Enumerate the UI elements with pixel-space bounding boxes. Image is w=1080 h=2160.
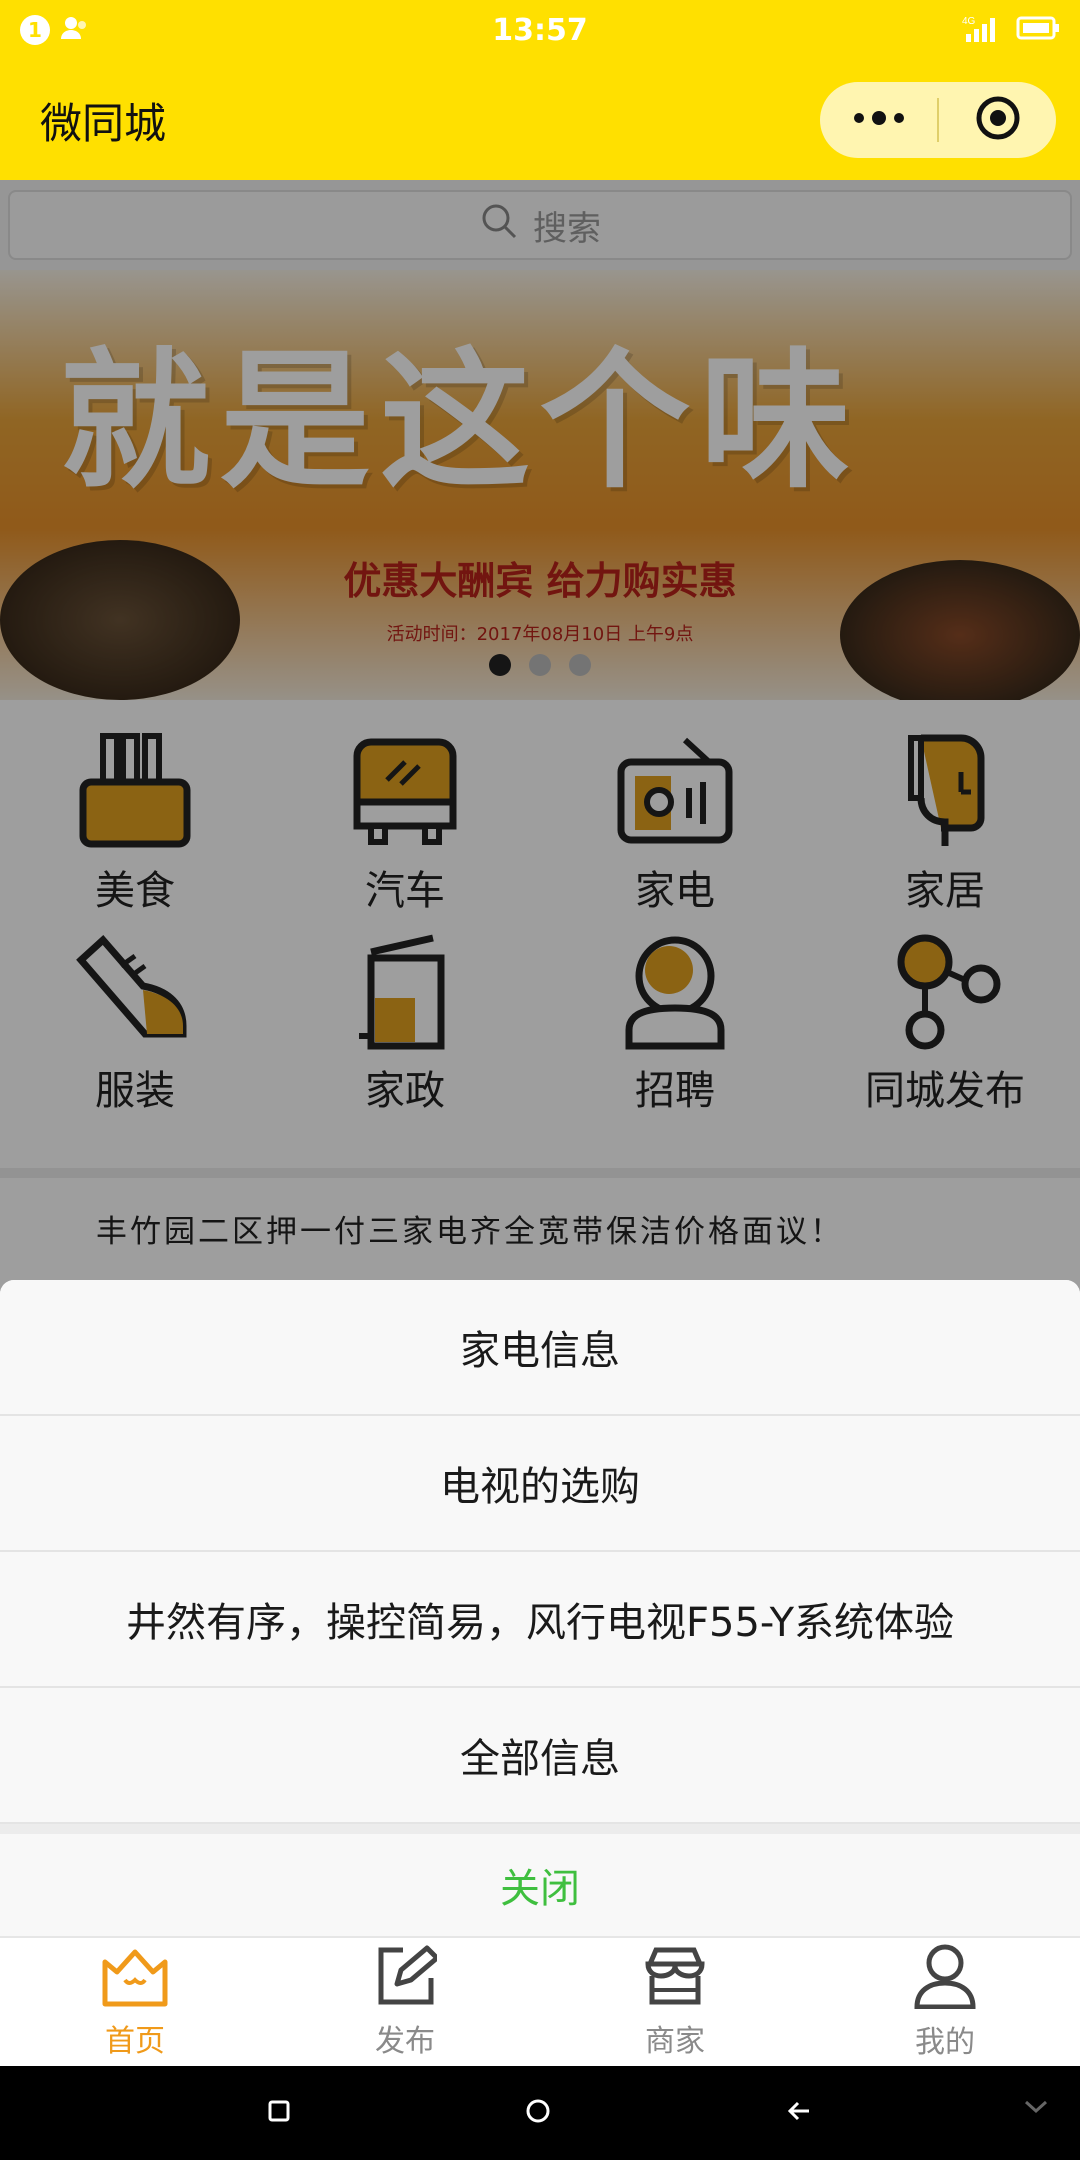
nav-bar: 微同城: [0, 60, 1080, 180]
status-left: 1: [20, 15, 320, 45]
store-icon: [642, 1944, 708, 2012]
svg-text:4G: 4G: [962, 16, 976, 27]
system-nav-bar: [0, 2066, 1080, 2160]
tab-home[interactable]: 首页: [0, 1938, 270, 2066]
recents-button[interactable]: [267, 2099, 291, 2127]
battery-icon: [1016, 15, 1060, 45]
tab-label: 商家: [645, 2024, 705, 2059]
tab-bar: 首页 发布 商家 我的: [0, 1936, 1080, 2066]
user-icon: [913, 1943, 977, 2013]
notification-badge: 1: [20, 15, 50, 45]
close-mini-program-button[interactable]: [939, 82, 1056, 158]
action-sheet-gap: [0, 1824, 1080, 1834]
home-button[interactable]: [524, 2097, 552, 2129]
tab-merchants[interactable]: 商家: [540, 1938, 810, 2066]
status-bar: 1 13:57 4G: [0, 0, 1080, 60]
tab-label: 我的: [915, 2025, 975, 2060]
action-sheet: 家电信息 电视的选购 井然有序，操控简易，风行电视F55-Y系统体验 全部信息 …: [0, 1280, 1080, 1936]
target-circle-icon: [974, 94, 1022, 146]
tab-label: 发布: [375, 2024, 435, 2059]
action-sheet-item[interactable]: 家电信息: [0, 1280, 1080, 1416]
chevron-down-icon[interactable]: [1022, 2096, 1050, 2120]
signal-icon: 4G: [962, 14, 1002, 46]
user-status-icon: [60, 15, 90, 45]
status-right: 4G: [760, 14, 1060, 46]
page-title: 微同城: [40, 98, 167, 148]
action-sheet-item[interactable]: 全部信息: [0, 1688, 1080, 1824]
edit-icon: [373, 1944, 440, 2012]
tab-publish[interactable]: 发布: [270, 1938, 540, 2066]
more-dots-icon: [851, 108, 907, 132]
tab-profile[interactable]: 我的: [810, 1938, 1080, 2066]
back-button[interactable]: [785, 2097, 813, 2129]
close-button[interactable]: 关闭: [0, 1834, 1080, 1936]
status-time: 13:57: [492, 12, 588, 48]
action-sheet-item[interactable]: 井然有序，操控简易，风行电视F55-Y系统体验: [0, 1552, 1080, 1688]
mini-program-capsule: [820, 82, 1056, 158]
action-sheet-item[interactable]: 电视的选购: [0, 1416, 1080, 1552]
more-menu-button[interactable]: [820, 82, 937, 158]
tab-label: 首页: [105, 2024, 165, 2059]
home-cat-icon: [99, 1944, 171, 2012]
